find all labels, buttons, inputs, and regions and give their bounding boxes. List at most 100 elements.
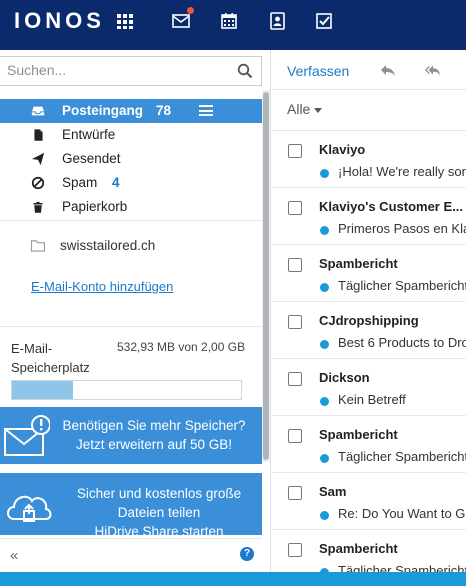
message-checkbox[interactable] (288, 429, 302, 443)
message-row[interactable]: Spambericht Täglicher Spambericht (272, 530, 466, 572)
message-checkbox[interactable] (288, 486, 302, 500)
unread-dot-icon (320, 511, 329, 520)
search-icon[interactable] (237, 63, 253, 79)
storage-progress-fill (12, 381, 73, 399)
compose-button[interactable]: Verfassen (287, 63, 349, 79)
divider (0, 326, 262, 327)
search-input[interactable] (0, 57, 220, 83)
sidebar-footer: « ? (0, 538, 262, 572)
cloud-upload-icon (7, 495, 52, 522)
contacts-icon[interactable] (266, 10, 288, 32)
message-checkbox[interactable] (288, 258, 302, 272)
bottom-bar (0, 572, 466, 586)
promo-line: Dateien teilen (117, 505, 201, 520)
message-row[interactable]: Spambericht Täglicher Spambericht (272, 416, 466, 473)
folder-outline-icon (30, 240, 46, 252)
tasks-icon[interactable] (313, 10, 335, 32)
search-box (0, 56, 262, 86)
message-sender: Klaviyo (319, 142, 366, 157)
spam-count: 4 (112, 175, 120, 190)
message-checkbox[interactable] (288, 543, 302, 557)
spam-icon (30, 175, 46, 191)
filter-label: Alle (287, 101, 311, 117)
add-email-account-link[interactable]: E-Mail-Konto hinzufügen (31, 279, 173, 294)
message-checkbox[interactable] (288, 315, 302, 329)
message-row[interactable]: Dickson Kein Betreff (272, 359, 466, 416)
folder-sidebar: Posteingang 78 Entwürfe Gesendet Spam 4 … (0, 50, 271, 572)
apps-grid-icon[interactable] (114, 10, 136, 32)
account-item[interactable]: swisstailored.ch (30, 238, 155, 253)
folder-label: Gesendet (62, 151, 121, 166)
ionos-logo[interactable]: IONOS (14, 8, 105, 34)
message-sender: Spambericht (319, 541, 398, 556)
message-checkbox[interactable] (288, 144, 302, 158)
filter-dropdown[interactable]: Alle (287, 101, 323, 117)
storage-progress-bar (11, 380, 242, 400)
unread-count: 78 (156, 103, 172, 118)
storage-upgrade-banner[interactable]: Benötigen Sie mehr Speicher? Jetzt erwei… (0, 407, 262, 464)
mail-list-pane: Verfassen Alle Klaviyo ¡Hola! We're reall… (272, 50, 466, 572)
promo-line: HiDrive Share starten (94, 524, 224, 535)
unread-dot-icon (320, 454, 329, 463)
send-icon (30, 151, 46, 167)
promo-line: Jetzt erweitern auf 50 GB! (75, 437, 233, 452)
help-icon[interactable]: ? (240, 547, 254, 561)
message-subject: Re: Do You Want to Gr (338, 506, 466, 521)
promo-line: Sicher und kostenlos große (76, 486, 242, 501)
draft-icon (30, 127, 46, 143)
folder-spam[interactable]: Spam 4 (0, 171, 262, 195)
folder-drafts[interactable]: Entwürfe (0, 123, 262, 147)
storage-usage: 532,93 MB von 2,00 GB (117, 340, 246, 354)
message-sender: Dickson (319, 370, 370, 385)
promo-line: Benötigen Sie mehr Speicher? (62, 418, 246, 433)
message-subject: ¡Hola! We're really sor (338, 164, 466, 179)
collapse-sidebar-button[interactable]: « (10, 547, 18, 564)
unread-dot-icon (320, 226, 329, 235)
folder-label: Posteingang (62, 103, 144, 118)
mail-icon[interactable] (170, 7, 194, 32)
folder-label: Entwürfe (62, 127, 116, 142)
message-row[interactable]: CJdropshipping Best 6 Products to Dro (272, 302, 466, 359)
message-row[interactable]: Spambericht Täglicher Spambericht (272, 245, 466, 302)
message-subject: Best 6 Products to Dro (338, 335, 466, 350)
folder-label: Spam (62, 175, 98, 190)
account-name: swisstailored.ch (60, 238, 156, 253)
folder-label: Papierkorb (62, 199, 128, 214)
storage-label: E-Mail-Speicherplatz (11, 341, 90, 375)
mail-toolbar: Verfassen (272, 50, 466, 90)
hidrive-banner[interactable]: Sicher und kostenlos große Dateien teile… (0, 473, 262, 535)
unread-dot-icon (320, 397, 329, 406)
folder-inbox[interactable]: Posteingang 78 (0, 99, 262, 123)
message-subject: Täglicher Spambericht (338, 449, 466, 464)
message-sender: CJdropshipping (319, 313, 419, 328)
calendar-icon[interactable] (218, 10, 240, 32)
trash-icon (30, 199, 46, 215)
message-subject: Primeros Pasos en Kla (338, 221, 466, 236)
top-bar: IONOS (0, 0, 466, 50)
unread-dot-icon (320, 169, 329, 178)
message-sender: Spambericht (319, 427, 398, 442)
caret-down-icon (314, 107, 323, 113)
message-subject: Täglicher Spambericht (338, 563, 466, 572)
message-checkbox[interactable] (288, 201, 302, 215)
message-subject: Kein Betreff (338, 392, 406, 407)
sidebar-scrollbar[interactable] (262, 90, 270, 462)
folder-menu-icon[interactable] (199, 105, 213, 116)
folder-sent[interactable]: Gesendet (0, 147, 262, 171)
mail-alert-icon (4, 415, 50, 456)
message-checkbox[interactable] (288, 372, 302, 386)
message-row[interactable]: Klaviyo's Customer E... Primeros Pasos en… (272, 188, 466, 245)
message-row[interactable]: Klaviyo ¡Hola! We're really sor (272, 131, 466, 188)
message-sender: Spambericht (319, 256, 398, 271)
message-sender: Klaviyo's Customer E... (319, 199, 463, 214)
reply-all-icon[interactable] (424, 62, 442, 78)
reply-icon[interactable] (379, 62, 397, 78)
scrollbar-thumb[interactable] (263, 92, 269, 460)
message-row[interactable]: Sam Re: Do You Want to Gr (272, 473, 466, 530)
message-sender: Sam (319, 484, 347, 499)
folder-trash[interactable]: Papierkorb (0, 195, 262, 219)
inbox-icon (30, 103, 46, 119)
unread-dot-icon (320, 283, 329, 292)
message-subject: Täglicher Spambericht (338, 278, 466, 293)
divider (0, 220, 262, 221)
